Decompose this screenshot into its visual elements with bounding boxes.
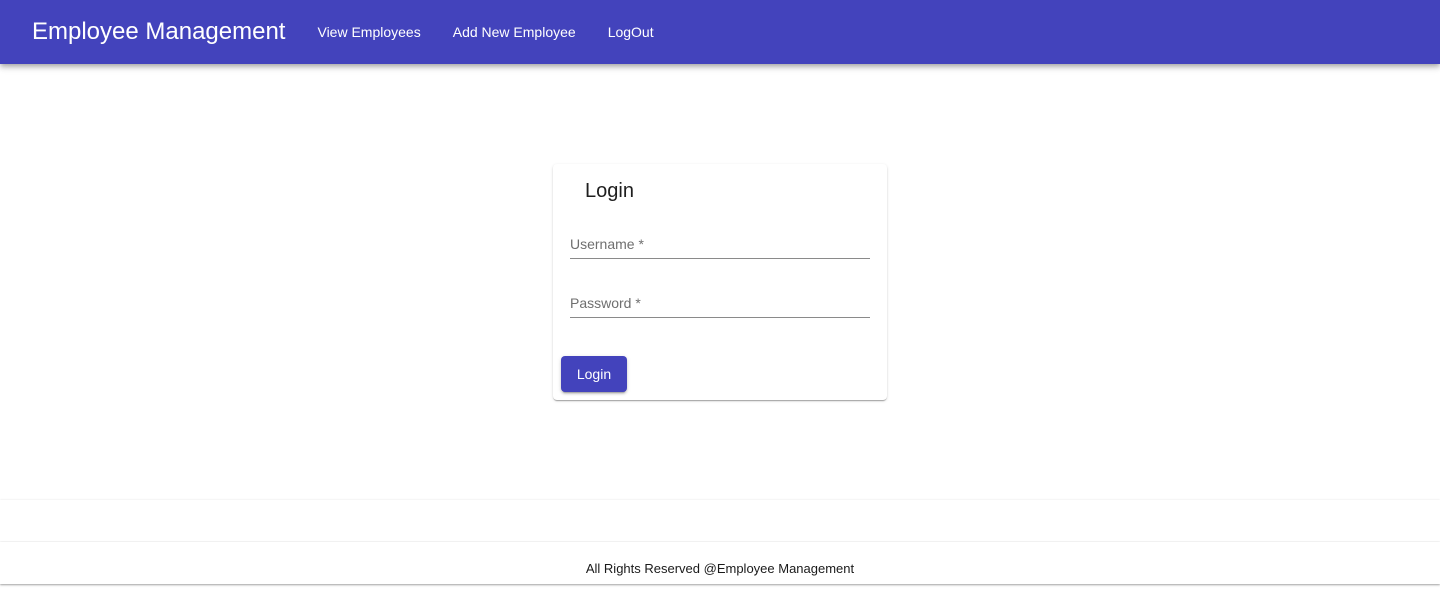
nav-view-employees[interactable]: View Employees — [301, 18, 436, 46]
username-field — [570, 227, 870, 259]
footer-text: All Rights Reserved @Employee Management — [585, 560, 855, 576]
password-input[interactable] — [570, 286, 870, 317]
login-title: Login — [585, 180, 634, 202]
login-button[interactable]: Login — [561, 356, 627, 392]
login-card: Login Login — [553, 164, 887, 400]
nav-logout[interactable]: LogOut — [592, 18, 670, 46]
footer: All Rights Reserved @Employee Management — [0, 542, 1440, 584]
app-bar: Employee Management View Employees Add N… — [0, 0, 1440, 64]
nav-add-new-employee[interactable]: Add New Employee — [437, 18, 592, 46]
password-field — [570, 286, 870, 318]
app-title: Employee Management — [32, 18, 286, 45]
username-input[interactable] — [570, 227, 870, 258]
empty-bar — [0, 500, 1440, 542]
